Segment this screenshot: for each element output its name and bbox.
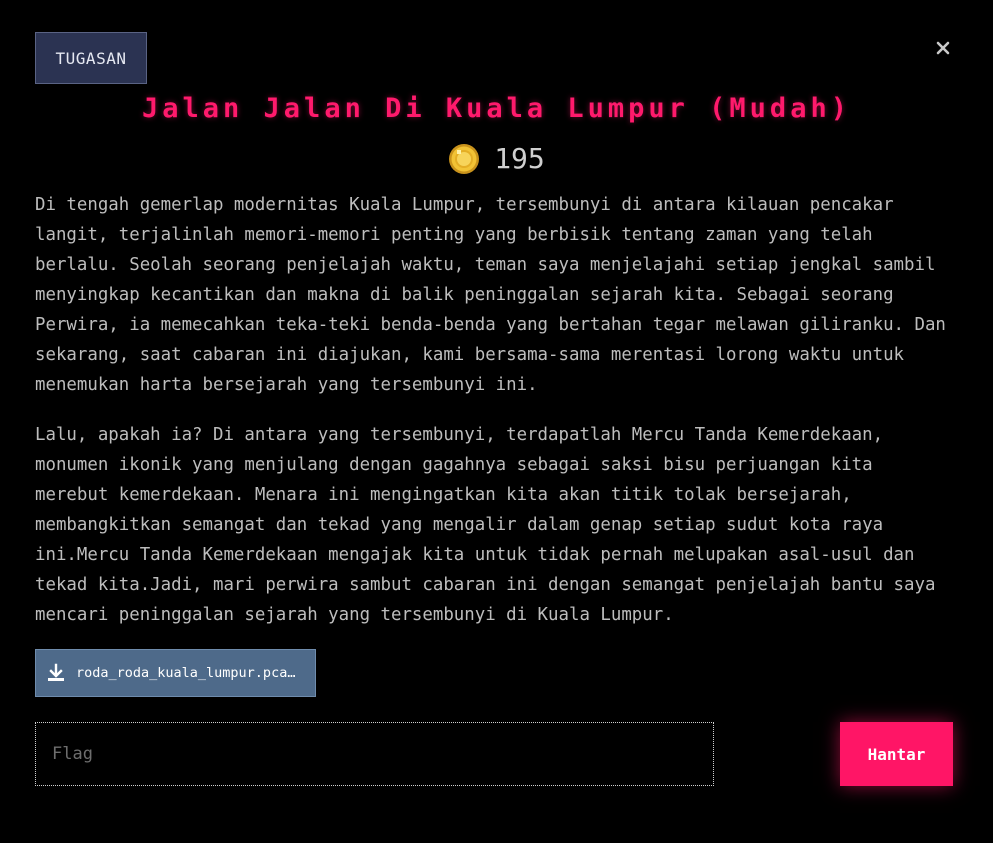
flag-input[interactable]: [35, 722, 714, 786]
category-badge: TUGASAN: [35, 32, 147, 84]
download-file-button[interactable]: roda_roda_kuala_lumpur.pca…: [35, 649, 316, 697]
close-button[interactable]: [931, 36, 955, 60]
description-paragraph-1: Di tengah gemerlap modernitas Kuala Lump…: [35, 195, 946, 395]
download-icon: [48, 663, 64, 681]
description-paragraph-2: Lalu, apakah ia? Di antara yang tersembu…: [35, 425, 936, 625]
close-icon: [936, 41, 950, 55]
points-value: 195: [494, 142, 545, 175]
challenge-description: Di tengah gemerlap modernitas Kuala Lump…: [35, 190, 950, 650]
points-display: 195: [0, 142, 993, 175]
coin-icon: [449, 143, 480, 174]
submit-button[interactable]: Hantar: [840, 722, 953, 786]
challenge-title: Jalan Jalan Di Kuala Lumpur (Mudah): [142, 93, 851, 124]
file-name: roda_roda_kuala_lumpur.pca…: [76, 665, 296, 681]
